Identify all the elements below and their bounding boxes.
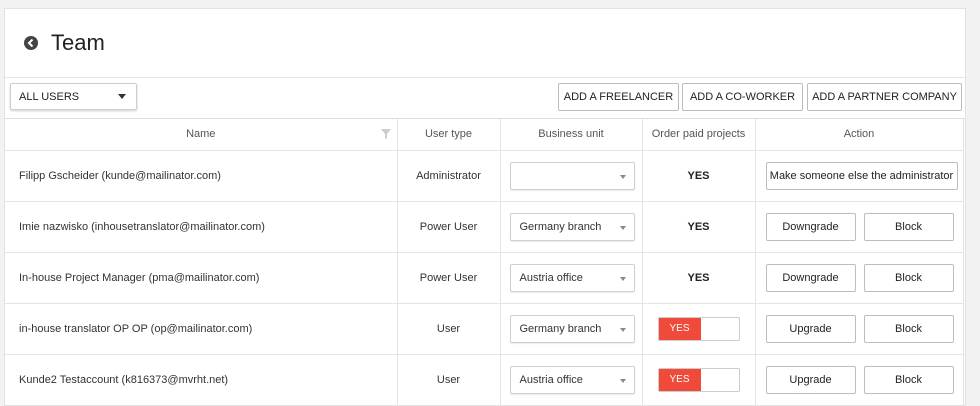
chevron-down-icon <box>118 94 126 99</box>
upgrade-button[interactable]: Upgrade <box>765 365 856 394</box>
add-partner-button[interactable]: ADD A PARTNER COMPANY <box>807 83 962 111</box>
column-header-action: Action <box>755 119 964 151</box>
toggle-on-label: YES <box>658 317 701 340</box>
user-filter-select[interactable]: ALL USERS <box>10 83 137 110</box>
business-unit-select[interactable]: Austria office <box>509 263 635 292</box>
table-row: Kunde2 Testaccount (k816373@mvrht.net) U… <box>5 354 964 405</box>
order-paid-value: YES <box>687 271 710 284</box>
page-title: Team <box>51 30 105 55</box>
table-row: In-house Project Manager (pma@mailinator… <box>5 252 964 304</box>
chevron-down-icon <box>619 276 626 281</box>
table-row: Filipp Gscheider (kunde@mailinator.com) … <box>5 150 964 202</box>
make-admin-button[interactable]: Make someone else the administrator <box>765 161 958 190</box>
order-paid-value: YES <box>687 220 710 233</box>
table-row: in-house translator OP OP (op@mailinator… <box>5 303 964 355</box>
chevron-down-icon <box>619 225 626 230</box>
column-header-name[interactable]: Name <box>5 119 398 151</box>
table-header-row: Name User type Business unit Order paid … <box>5 119 964 151</box>
business-unit-select[interactable] <box>509 161 635 190</box>
page-header: Team <box>5 9 965 78</box>
block-button[interactable]: Block <box>863 365 954 394</box>
user-name: Filipp Gscheider (kunde@mailinator.com) <box>5 150 398 202</box>
user-name: in-house translator OP OP (op@mailinator… <box>5 303 398 355</box>
order-paid-toggle[interactable]: YES <box>657 367 740 392</box>
user-type: Power User <box>397 201 501 253</box>
block-button[interactable]: Block <box>863 314 954 343</box>
column-header-user-type: User type <box>397 119 501 151</box>
team-panel: Team ALL USERS ADD A FREELANCER ADD A CO… <box>4 8 966 406</box>
user-name: Imie nazwisko (inhousetranslator@mailina… <box>5 201 398 253</box>
user-type: User <box>397 354 501 405</box>
user-type: Power User <box>397 252 501 304</box>
user-type: User <box>397 303 501 355</box>
downgrade-button[interactable]: Downgrade <box>765 263 856 292</box>
user-name: In-house Project Manager (pma@mailinator… <box>5 252 398 304</box>
toggle-on-label: YES <box>658 368 701 391</box>
chevron-down-icon <box>619 174 626 179</box>
business-unit-select[interactable]: Germany branch <box>509 314 635 343</box>
chevron-down-icon <box>619 327 626 332</box>
add-freelancer-button[interactable]: ADD A FREELANCER <box>558 83 679 111</box>
downgrade-button[interactable]: Downgrade <box>765 212 856 241</box>
user-type: Administrator <box>397 150 501 202</box>
users-table: Name User type Business unit Order paid … <box>5 119 964 405</box>
block-button[interactable]: Block <box>863 212 954 241</box>
business-unit-select[interactable]: Germany branch <box>509 212 635 241</box>
funnel-icon[interactable] <box>380 129 391 142</box>
chevron-down-icon <box>619 378 626 383</box>
business-unit-select[interactable]: Austria office <box>509 365 635 394</box>
block-button[interactable]: Block <box>863 263 954 292</box>
back-arrow-icon[interactable] <box>23 35 39 51</box>
order-paid-value: YES <box>687 169 710 182</box>
add-coworker-button[interactable]: ADD A CO-WORKER <box>682 83 803 111</box>
user-filter-value: ALL USERS <box>19 90 80 103</box>
toolbar: ALL USERS ADD A FREELANCER ADD A CO-WORK… <box>5 78 965 119</box>
column-header-order-paid: Order paid projects <box>642 119 756 151</box>
upgrade-button[interactable]: Upgrade <box>765 314 856 343</box>
table-row: Imie nazwisko (inhousetranslator@mailina… <box>5 201 964 253</box>
order-paid-toggle[interactable]: YES <box>657 316 740 341</box>
user-name: Kunde2 Testaccount (k816373@mvrht.net) <box>5 354 398 405</box>
column-header-business-unit: Business unit <box>500 119 643 151</box>
